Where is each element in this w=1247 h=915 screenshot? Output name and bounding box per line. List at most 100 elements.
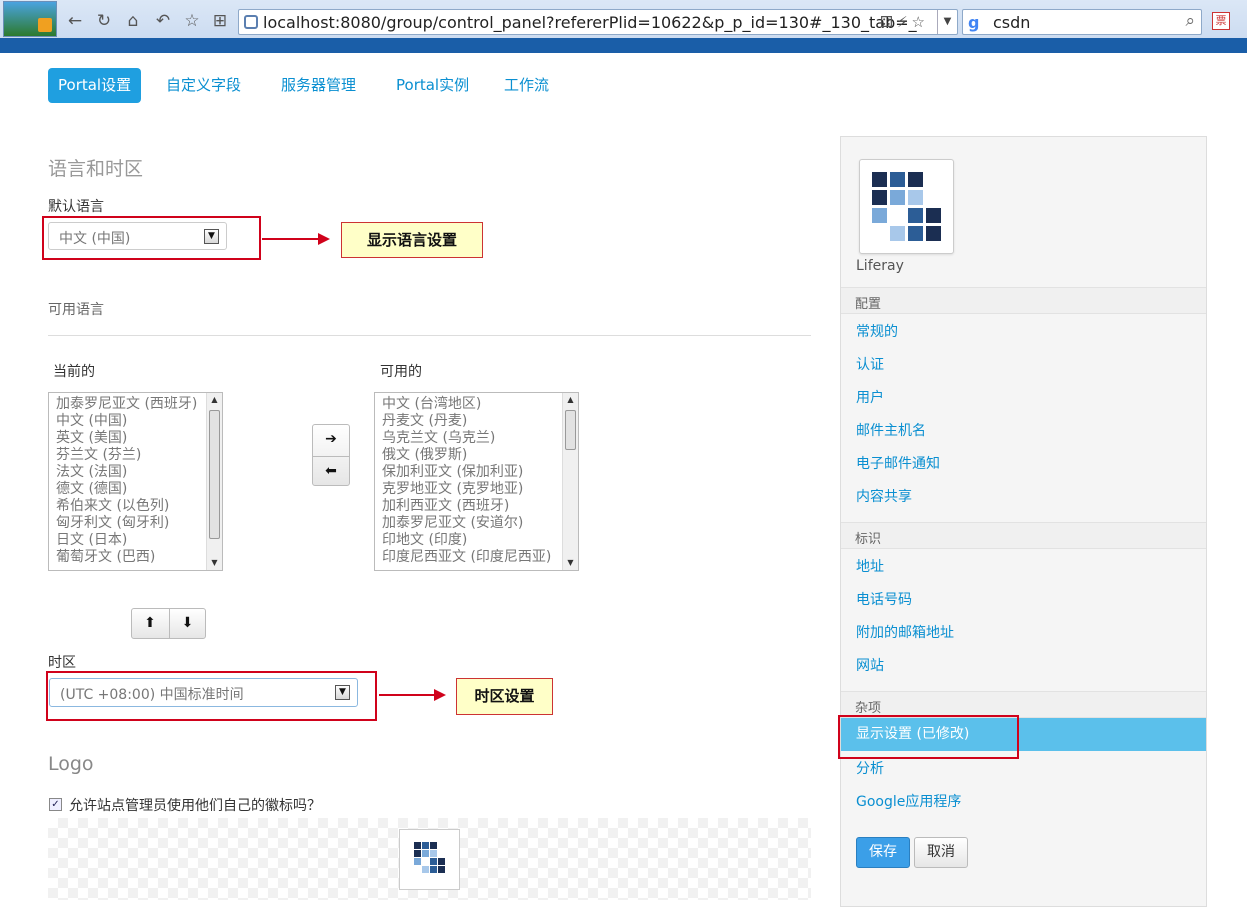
list-item[interactable]: 加利西亚文 (西班牙) [382, 498, 551, 515]
sidebar-item-mail-host-names[interactable]: 邮件主机名 [856, 420, 926, 440]
move-left-button[interactable]: ⬅ [313, 456, 349, 485]
allow-site-logo-label: 允许站点管理员使用他们自己的徽标吗？ [69, 798, 321, 814]
list-item[interactable]: 保加利亚文 (保加利亚) [382, 464, 551, 481]
scroll-thumb[interactable] [209, 410, 220, 539]
sidebar-section-title: 标识 [855, 532, 882, 547]
reload-icon[interactable]: ↻ [93, 10, 115, 32]
browser-toolbar: ← ↻ ⌂ ↶ ☆ ⊞ localhost:8080/group/control… [0, 0, 1247, 53]
bookmark-star-icon[interactable]: ☆ [181, 10, 203, 32]
list-item[interactable]: 俄文 (俄罗斯) [382, 447, 551, 464]
address-bar-actions[interactable]: ⚃⚡☆ [880, 13, 929, 31]
sidebar-section-config: 配置 [841, 287, 1206, 314]
tab-workflow[interactable]: 工作流 [494, 68, 559, 103]
undo-icon[interactable]: ↶ [152, 10, 174, 32]
list-item[interactable]: 乌克兰文 (乌克兰) [382, 430, 551, 447]
move-down-button[interactable]: ⬇ [169, 609, 205, 638]
annotation-arrow-timezone [379, 689, 446, 701]
extension-icon[interactable]: 票 [1212, 12, 1230, 30]
divider [48, 335, 811, 336]
list-item[interactable]: 德文 (德国) [56, 481, 197, 498]
sidebar-section-misc: 杂项 [841, 691, 1206, 718]
sidebar-item-general[interactable]: 常规的 [856, 321, 898, 341]
sidebar-item-users[interactable]: 用户 [856, 387, 884, 407]
sidebar-item-addresses[interactable]: 地址 [856, 556, 884, 576]
url-text[interactable]: localhost:8080/group/control_panel?refer… [263, 13, 917, 32]
sidebar-item-additional-emails[interactable]: 附加的邮箱地址 [856, 622, 954, 642]
address-bar[interactable]: localhost:8080/group/control_panel?refer… [238, 9, 958, 35]
list-item[interactable]: 印度尼西亚文 (印度尼西亚) [382, 549, 551, 566]
scroll-up-icon[interactable]: ▲ [563, 393, 578, 407]
annotation-box-language [42, 216, 261, 260]
sidebar-item-analytics[interactable]: 分析 [856, 758, 884, 778]
section-title-language: 语言和时区 [48, 158, 144, 180]
sidebar-item-authentication[interactable]: 认证 [856, 354, 884, 374]
portal-logo-image[interactable] [399, 829, 460, 890]
settings-sidebar: Liferay 配置 常规的 认证 用户 邮件主机名 电子邮件通知 内容共享 标… [840, 136, 1207, 907]
available-languages-label: 可用语言 [48, 302, 104, 318]
apps-grid-icon[interactable]: ⊞ [209, 10, 231, 32]
list-item[interactable]: 丹麦文 (丹麦) [382, 413, 551, 430]
tab-portal-instances[interactable]: Portal实例 [386, 68, 479, 103]
app-icon [3, 1, 57, 37]
scroll-thumb[interactable] [565, 410, 576, 450]
list-item[interactable]: 法文 (法国) [56, 464, 197, 481]
search-icon[interactable]: ⌕ [1185, 11, 1195, 31]
annotation-box-timezone [46, 671, 377, 721]
current-languages-list[interactable]: 加泰罗尼亚文 (西班牙) 中文 (中国) 英文 (美国) 芬兰文 (芬兰) 法文 (法国… [48, 392, 223, 571]
tab-server-admin[interactable]: 服务器管理 [271, 68, 366, 103]
sidebar-section-title: 杂项 [855, 701, 882, 716]
annotation-callout-timezone: 时区设置 [456, 678, 553, 715]
default-language-label: 默认语言 [48, 199, 104, 215]
cancel-button[interactable]: 取消 [914, 837, 968, 868]
search-engine-icon: g [968, 13, 980, 32]
sidebar-item-phone-numbers[interactable]: 电话号码 [856, 589, 912, 609]
sidebar-item-google-apps[interactable]: Google应用程序 [856, 791, 961, 811]
back-icon[interactable]: ← [64, 10, 86, 32]
list-item[interactable]: 印地文 (印度) [382, 532, 551, 549]
sidebar-section-identification: 标识 [841, 522, 1206, 549]
available-languages-list[interactable]: 中文 (台湾地区) 丹麦文 (丹麦) 乌克兰文 (乌克兰) 俄文 (俄罗斯) 保加利亚文… [374, 392, 579, 571]
site-name: Liferay [856, 258, 904, 274]
page-info-icon [244, 15, 258, 29]
annotation-arrow-language [262, 233, 330, 245]
order-buttons: ⬆ ⬇ [131, 608, 206, 639]
list-item[interactable]: 葡萄牙文 (巴西) [56, 549, 197, 566]
list-item[interactable]: 芬兰文 (芬兰) [56, 447, 197, 464]
home-icon[interactable]: ⌂ [122, 10, 144, 32]
list-item[interactable]: 英文 (美国) [56, 430, 197, 447]
list-item[interactable]: 中文 (台湾地区) [382, 396, 551, 413]
sidebar-item-content-sharing[interactable]: 内容共享 [856, 486, 912, 506]
section-title-logo: Logo [48, 753, 94, 775]
scrollbar[interactable]: ▲ ▼ [562, 393, 578, 570]
list-item[interactable]: 克罗地亚文 (克罗地亚) [382, 481, 551, 498]
sidebar-item-websites[interactable]: 网站 [856, 655, 884, 675]
tab-custom-fields[interactable]: 自定义字段 [156, 68, 251, 103]
scroll-down-icon[interactable]: ▼ [563, 556, 578, 570]
move-right-button[interactable]: ➔ [313, 425, 349, 454]
annotation-callout-language: 显示语言设置 [341, 222, 483, 258]
sidebar-item-email-notifications[interactable]: 电子邮件通知 [856, 453, 940, 473]
list-item[interactable]: 加泰罗尼亚文 (西班牙) [56, 396, 197, 413]
timezone-label: 时区 [48, 655, 76, 671]
list-item[interactable]: 匈牙利文 (匈牙利) [56, 515, 197, 532]
save-button[interactable]: 保存 [856, 837, 910, 868]
available-languages-list-label: 可用的 [380, 364, 422, 380]
scroll-up-icon[interactable]: ▲ [207, 393, 222, 407]
scrollbar[interactable]: ▲ ▼ [206, 393, 222, 570]
sidebar-section-title: 配置 [855, 297, 882, 312]
move-buttons: ➔ ⬅ [312, 424, 350, 486]
search-query[interactable]: csdn [993, 13, 1030, 32]
allow-site-logo-checkbox[interactable]: ✓ [49, 798, 62, 811]
list-item[interactable]: 希伯来文 (以色列) [56, 498, 197, 515]
list-item[interactable]: 日文 (日本) [56, 532, 197, 549]
site-logo [859, 159, 954, 254]
address-dropdown-icon[interactable]: ▼ [937, 10, 957, 34]
tab-portal-settings[interactable]: Portal设置 [48, 68, 142, 103]
portal-dockbar [0, 38, 1247, 53]
search-box[interactable]: g csdn ⌕ [962, 9, 1202, 35]
scroll-down-icon[interactable]: ▼ [207, 556, 222, 570]
list-item[interactable]: 加泰罗尼亚文 (安道尔) [382, 515, 551, 532]
move-up-button[interactable]: ⬆ [132, 609, 168, 638]
list-item[interactable]: 中文 (中国) [56, 413, 197, 430]
current-languages-label: 当前的 [53, 364, 95, 380]
